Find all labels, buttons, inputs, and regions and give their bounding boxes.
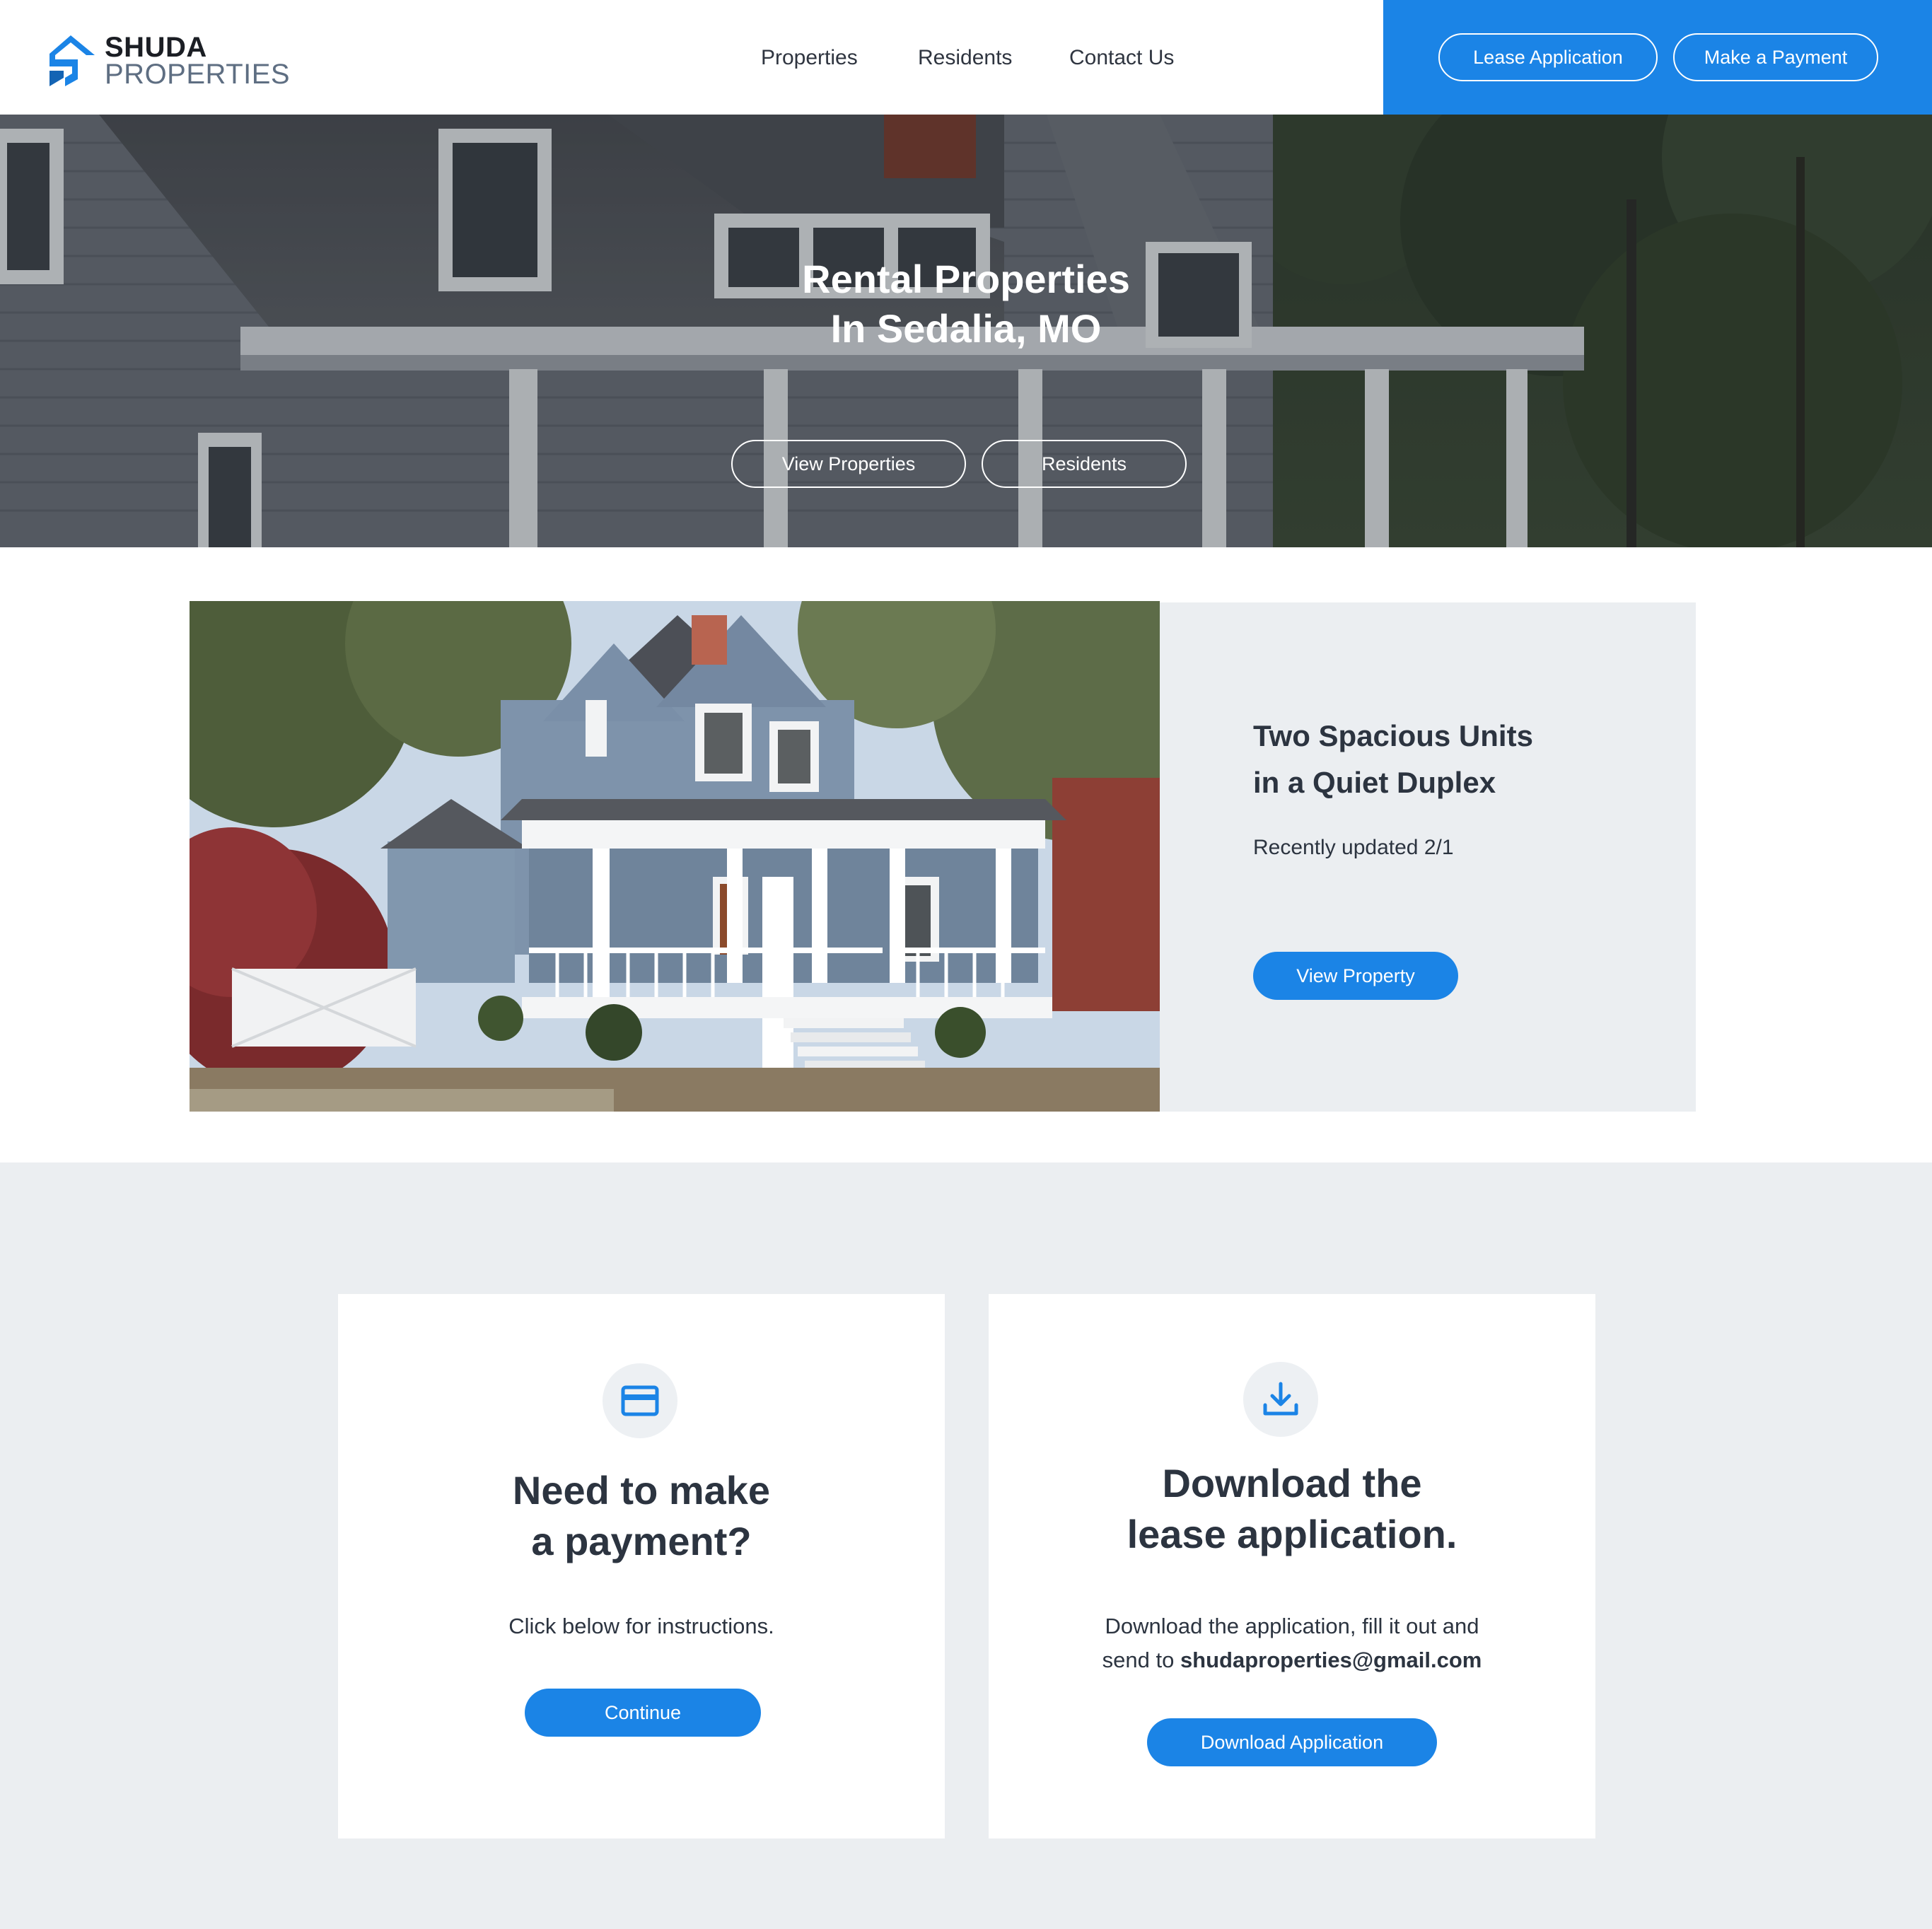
payment-card: Need to make a payment? Click below for … <box>338 1294 945 1838</box>
brand-logo[interactable]: SHUDA PROPERTIES <box>44 32 290 91</box>
brand-name-line2: PROPERTIES <box>105 59 291 90</box>
site-header: SHUDA PROPERTIES Properties Residents Co… <box>0 0 1932 115</box>
hero-banner: Rental Properties In Sedalia, MO View Pr… <box>0 115 1932 547</box>
lease-application-button[interactable]: Lease Application <box>1438 33 1658 81</box>
lease-card-title-line2: lease application. <box>1127 1512 1457 1556</box>
lease-card-send-to: send to <box>1102 1648 1180 1672</box>
payment-card-title: Need to make a payment? <box>338 1465 945 1567</box>
hero-title-line1: Rental Properties <box>802 257 1130 301</box>
residents-button[interactable]: Residents <box>982 440 1187 488</box>
lease-card-text-line2: send to shudaproperties@gmail.com <box>989 1643 1595 1677</box>
feature-heading: Two Spacious Units in a Quiet Duplex <box>1253 713 1649 806</box>
quick-actions-section: Need to make a payment? Click below for … <box>0 1162 1932 1929</box>
lease-card-text: Download the application, fill it out an… <box>989 1609 1595 1677</box>
view-property-button[interactable]: View Property <box>1253 952 1458 1000</box>
view-properties-button[interactable]: View Properties <box>731 440 966 488</box>
hero-title-line2: In Sedalia, MO <box>830 306 1102 351</box>
lease-card: Download the lease application. Download… <box>989 1294 1595 1838</box>
feature-updated-note: Recently updated 2/1 <box>1253 836 1454 859</box>
contact-email-link[interactable]: shudaproperties@gmail.com <box>1180 1648 1482 1672</box>
blue-house-image <box>190 601 1160 1112</box>
download-icon <box>1243 1362 1318 1437</box>
make-payment-button[interactable]: Make a Payment <box>1673 33 1878 81</box>
hero-title: Rental Properties In Sedalia, MO <box>0 255 1932 354</box>
nav-item-residents[interactable]: Residents <box>918 44 1012 72</box>
payment-card-title-line1: Need to make <box>512 1468 771 1513</box>
header-action-bar: Lease Application Make a Payment <box>1383 0 1932 115</box>
lease-card-title-line1: Download the <box>1162 1461 1422 1505</box>
feature-heading-line1: Two Spacious Units <box>1253 719 1533 752</box>
download-application-button[interactable]: Download Application <box>1147 1718 1437 1766</box>
credit-card-icon <box>603 1363 677 1438</box>
brand-name-line1: SHUDA <box>105 32 207 63</box>
payment-card-title-line2: a payment? <box>531 1519 752 1563</box>
continue-button[interactable]: Continue <box>525 1689 761 1737</box>
nav-item-contact-us[interactable]: Contact Us <box>1069 44 1174 72</box>
logo-mark-icon <box>50 35 95 86</box>
lease-card-title: Download the lease application. <box>989 1458 1595 1560</box>
payment-card-text: Click below for instructions. <box>508 1614 774 1638</box>
featured-property-photo <box>190 601 1160 1112</box>
lease-card-text-line1: Download the application, fill it out an… <box>1105 1614 1479 1638</box>
featured-property-panel: Two Spacious Units in a Quiet Duplex Rec… <box>1160 602 1696 1112</box>
nav-item-properties[interactable]: Properties <box>761 44 858 72</box>
feature-heading-line2: in a Quiet Duplex <box>1253 766 1496 799</box>
